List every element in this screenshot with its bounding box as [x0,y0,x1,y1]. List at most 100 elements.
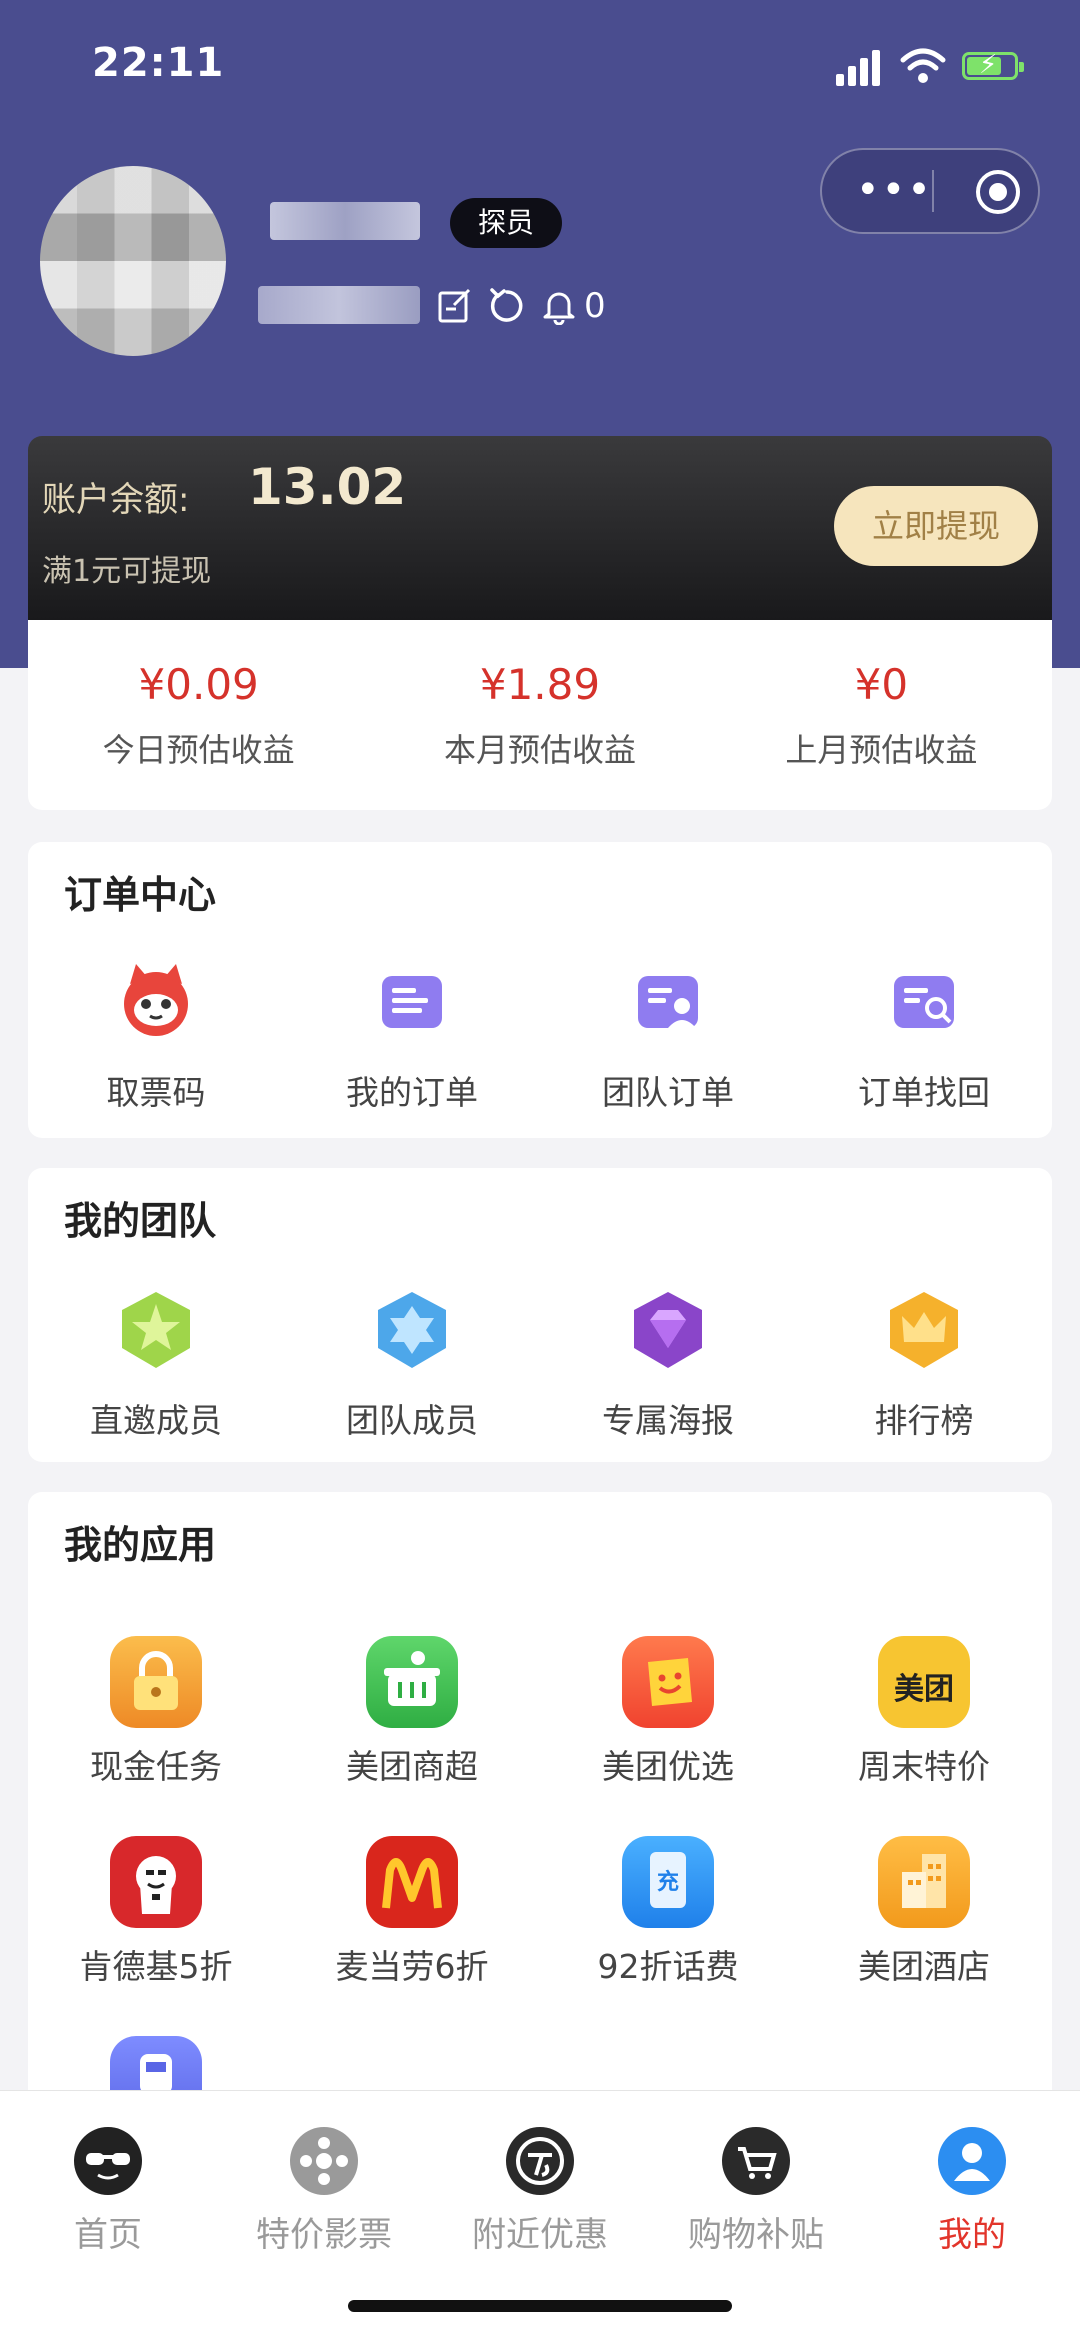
item-label: 肯德基5折 [79,1947,233,1986]
close-miniprogram-icon[interactable] [976,170,1020,214]
tab-discount-tickets[interactable]: 特价影票 [216,2127,432,2256]
avatar[interactable] [40,166,226,356]
miniprogram-capsule[interactable]: ••• [820,148,1040,234]
more-icon[interactable]: ••• [856,170,933,210]
tab-home[interactable]: 首页 [0,2127,216,2256]
cat-ticket-icon [124,964,188,1036]
tab-me[interactable]: 我的 [864,2127,1080,2256]
purple-diamond-badge-icon [634,1292,702,1368]
team-item-exclusive-poster[interactable]: 专属海报 [540,1282,796,1442]
discount-circle-icon [506,2127,574,2195]
section-title: 订单中心 [64,873,217,917]
edit-icon[interactable] [436,287,474,325]
capsule-divider [932,170,934,212]
meituan-logo-icon: 美团 [878,1636,970,1728]
earnings-label: 本月预估收益 [443,731,636,769]
team-order-icon [638,976,698,1028]
tab-nearby-deals[interactable]: 附近优惠 [432,2127,648,2256]
crown-badge-icon [890,1292,958,1368]
team-item-team-members[interactable]: 团队成员 [284,1282,540,1442]
order-item-my-orders[interactable]: 我的订单 [284,954,540,1114]
tab-label: 附近优惠 [472,2215,608,2255]
meituan-logo-text: 美团 [894,1672,954,1707]
earnings-label: 上月预估收益 [785,731,978,769]
earnings-card: ¥0.09 今日预估收益 ¥1.89 本月预估收益 ¥0 上月预估收益 [28,620,1052,810]
team-item-leaderboard[interactable]: 排行榜 [796,1282,1052,1442]
app-mcdonalds-discount[interactable]: 麦当劳6折 [284,1836,540,1988]
film-reel-icon [290,2127,358,2195]
blurred-user-id [258,286,420,324]
blurred-username [270,202,420,240]
smile-bag-icon [622,1636,714,1728]
shopping-cart-icon [722,2127,790,2195]
mcdonalds-icon [366,1836,458,1928]
phone-recharge-icon: 充 [622,1836,714,1928]
item-label: 92折话费 [597,1947,739,1986]
earnings-value: ¥0.09 [138,660,259,709]
app-cash-tasks[interactable]: 现金任务 [28,1636,284,1788]
team-item-direct-invites[interactable]: 直邀成员 [28,1282,284,1442]
item-label: 订单找回 [858,1073,990,1112]
sunglasses-face-icon [74,2127,142,2195]
item-label: 麦当劳6折 [335,1947,489,1986]
recharge-glyph: 充 [656,1870,679,1895]
app-meituan-youxuan[interactable]: 美团优选 [540,1636,796,1788]
blue-star-badge-icon [378,1292,446,1368]
lock-icon [110,1636,202,1728]
earnings-this-month[interactable]: ¥1.89 本月预估收益 [369,620,710,810]
earnings-today[interactable]: ¥0.09 今日预估收益 [28,620,369,810]
earnings-last-month[interactable]: ¥0 上月预估收益 [711,620,1052,810]
refresh-icon[interactable] [488,287,526,325]
section-title: 我的团队 [64,1199,217,1243]
my-team-section: 我的团队 直邀成员 团队成员 专属海报 排行榜 [28,1168,1052,1462]
order-item-team-orders[interactable]: 团队订单 [540,954,796,1114]
order-search-icon [894,976,954,1028]
order-item-ticket-code[interactable]: 取票码 [28,954,284,1114]
app-weekend-specials[interactable]: 美团 周末特价 [796,1636,1052,1788]
item-label: 直邀成员 [90,1401,222,1440]
item-label: 排行榜 [874,1401,974,1440]
app-meituan-hotel[interactable]: 美团酒店 [796,1836,1052,1988]
balance-label: 账户余额: [42,480,190,520]
role-badge: 探员 [450,198,563,248]
item-label: 美团酒店 [858,1947,990,1986]
battery-icon: ⚡ [962,51,1024,80]
tab-label: 购物补贴 [688,2215,824,2255]
app-meituan-supermarket[interactable]: 美团商超 [284,1636,540,1788]
earnings-value: ¥0 [854,660,909,709]
status-time: 22:11 [92,40,225,86]
wifi-icon [900,48,946,83]
app-kfc-discount[interactable]: 肯德基5折 [28,1836,284,1988]
signal-icon [836,50,880,86]
home-indicator[interactable] [348,2300,732,2312]
item-label: 周末特价 [858,1747,990,1786]
order-list-icon [382,976,442,1028]
kfc-icon [110,1836,202,1928]
section-title: 我的应用 [64,1523,217,1567]
balance-value: 13.02 [248,458,407,516]
user-actions: 0 [436,284,606,328]
withdraw-button[interactable]: 立即提现 [834,486,1038,566]
withdraw-threshold-note: 满1元可提现 [42,554,212,589]
item-label: 团队成员 [346,1401,478,1440]
green-star-badge-icon [122,1292,190,1368]
order-item-order-recovery[interactable]: 订单找回 [796,954,1052,1114]
item-label: 专属海报 [602,1401,734,1440]
user-profile-icon [938,2127,1006,2195]
tab-shopping-subsidy[interactable]: 购物补贴 [648,2127,864,2256]
basket-icon [366,1636,458,1728]
tab-label: 我的 [938,2215,1006,2255]
bell-icon[interactable] [540,287,578,325]
item-label: 团队订单 [602,1073,734,1112]
item-label: 美团商超 [346,1747,478,1786]
tab-label: 特价影票 [256,2215,392,2255]
item-label: 现金任务 [90,1747,222,1786]
hotel-icon [878,1836,970,1928]
notification-count: 0 [584,286,606,326]
tab-label: 首页 [74,2215,142,2255]
item-label: 我的订单 [346,1073,478,1112]
item-label: 取票码 [106,1073,206,1112]
order-center-section: 订单中心 取票码 我的订单 团队订单 订单找回 [28,842,1052,1138]
app-phone-recharge[interactable]: 充 92折话费 [540,1836,796,1988]
earnings-value: ¥1.89 [479,660,601,709]
